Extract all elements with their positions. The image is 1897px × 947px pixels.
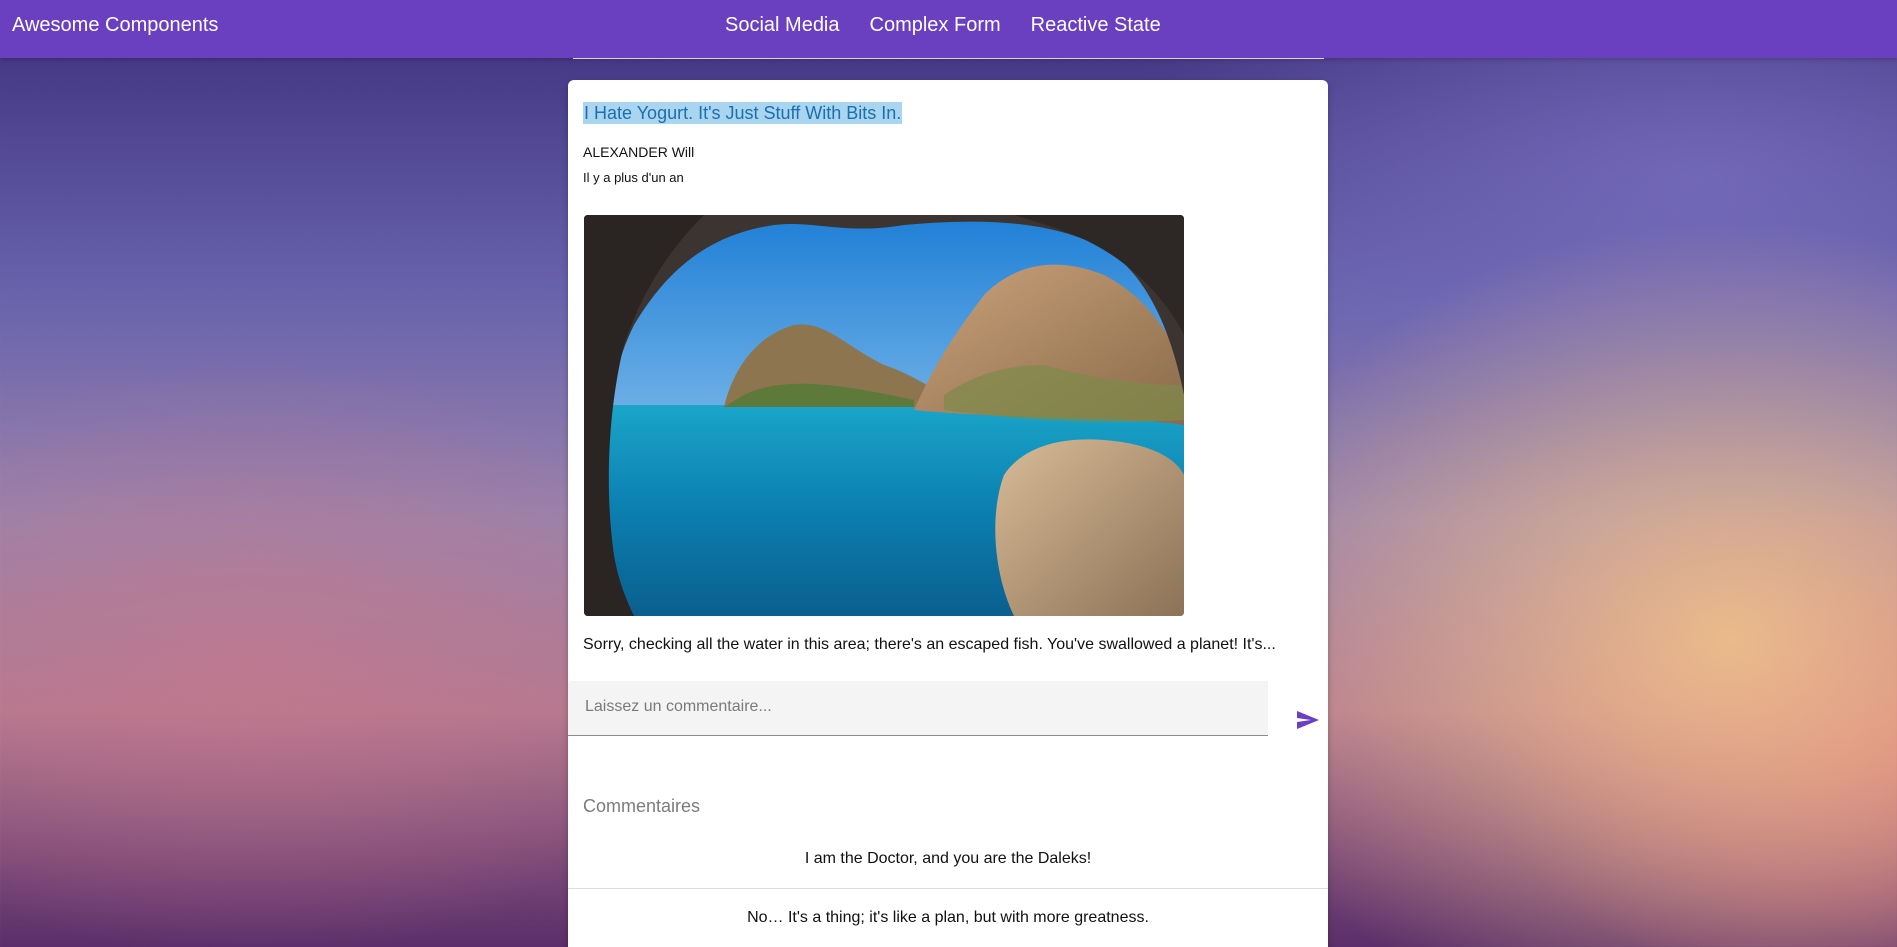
post-card: I Hate Yogurt. It's Just Stuff With Bits… [568,80,1328,947]
comment-item: No… It's a thing; it's like a plan, but … [568,889,1328,947]
send-comment-button[interactable] [1293,707,1323,733]
nav-social-media[interactable]: Social Media [725,14,840,37]
main-nav: Social Media Complex Form Reactive State [725,14,1161,37]
sea-cave-photo-icon [584,215,1184,616]
divider [573,58,1324,59]
comment-input[interactable] [583,697,1247,717]
post-image [584,215,1184,616]
comment-list: I am the Doctor, and you are the Daleks!… [568,830,1328,947]
post-author: ALEXANDER Will [583,144,695,160]
comments-heading: Commentaires [583,796,701,816]
nav-reactive-state[interactable]: Reactive State [1031,14,1161,37]
post-text: Sorry, checking all the water in this ar… [583,636,1276,653]
post-title[interactable]: I Hate Yogurt. It's Just Stuff With Bits… [583,102,903,124]
app-title[interactable]: Awesome Components [12,14,218,37]
nav-complex-form[interactable]: Complex Form [870,14,1001,37]
comment-item: I am the Doctor, and you are the Daleks! [568,830,1328,889]
send-icon [1297,711,1319,729]
post-date: Il y a plus d'un an [583,170,684,185]
comment-field [568,681,1268,736]
top-toolbar: Awesome Components Social Media Complex … [0,0,1897,58]
